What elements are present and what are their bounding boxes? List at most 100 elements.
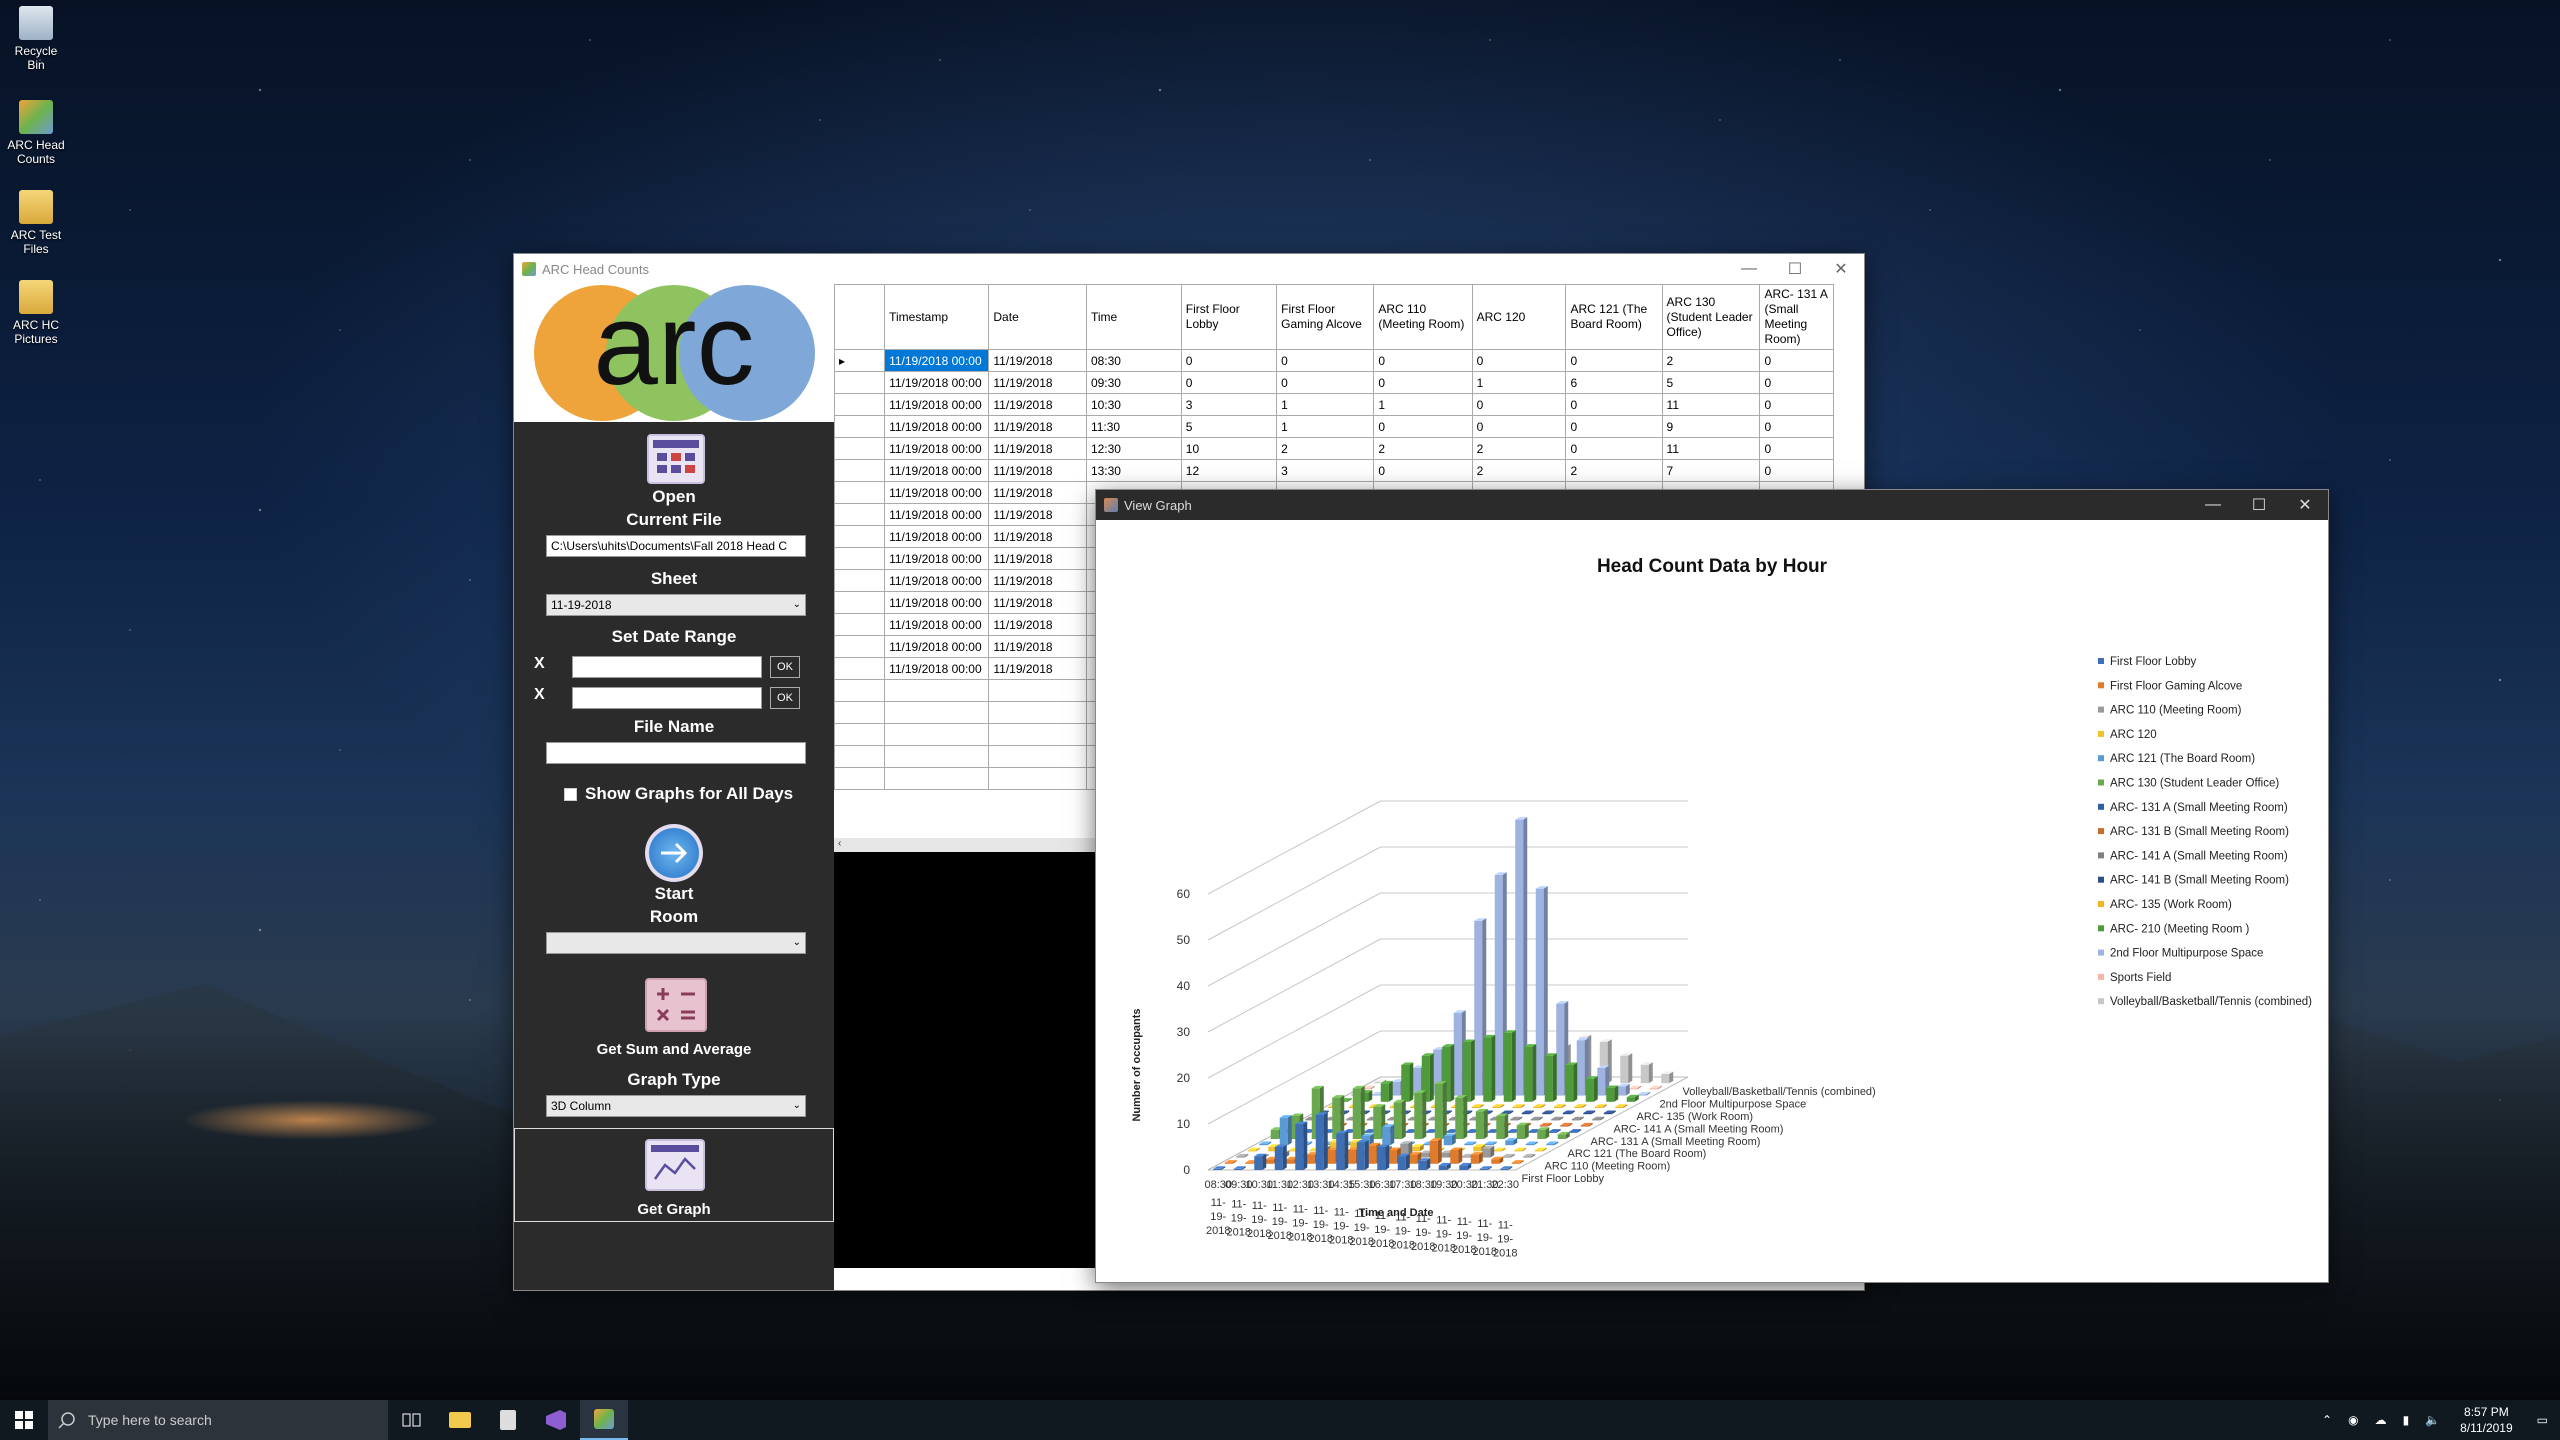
row-selector-arrow-icon[interactable]: ▸ [834,349,886,372]
table-cell[interactable]: 13:30 [1085,459,1182,482]
clock[interactable]: 8:57 PM 8/11/2019 [2460,1404,2513,1436]
table-cell[interactable]: 5 [1180,415,1278,438]
desktop-icon-arc-test-files[interactable]: ARC Test Files [6,190,66,256]
graph-type-select[interactable]: 3D Column ⌄ [546,1095,806,1117]
table-cell[interactable]: 11/19/2018 [988,393,1087,416]
table-cell[interactable]: 11/19/2018 [988,503,1087,526]
row-header[interactable] [834,657,886,680]
table-cell[interactable]: 11/19/2018 [988,437,1087,460]
table-cell[interactable]: 11/19/2018 00:00 [884,393,990,416]
chevron-up-icon[interactable]: ⌃ [2322,1413,2332,1427]
table-cell[interactable]: 0 [1373,349,1473,372]
table-cell[interactable]: 11/19/2018 [988,635,1087,658]
table-cell[interactable]: 0 [1471,349,1567,372]
table-cell[interactable]: 11/19/2018 00:00 [884,371,990,394]
table-cell[interactable]: 2 [1471,459,1567,482]
table-cell[interactable]: 11/19/2018 [988,415,1087,438]
table-cell[interactable]: 0 [1373,371,1473,394]
minimize-button[interactable]: — [1726,254,1772,284]
table-cell[interactable]: 5 [1661,371,1761,394]
table-cell[interactable] [988,723,1087,746]
table-cell[interactable]: 1 [1276,393,1375,416]
table-cell[interactable]: 0 [1276,371,1375,394]
table-row[interactable]: 11/19/2018 00:00 11/19/2018 10:30 3 1 1 0 0 11 0 [834,393,1834,416]
show-graphs-checkbox[interactable] [564,787,577,801]
table-cell[interactable]: 1 [1471,371,1567,394]
close-button[interactable]: ✕ [1818,254,1864,284]
table-cell[interactable]: 0 [1565,415,1663,438]
row-header[interactable] [834,459,886,482]
table-cell[interactable]: 11 [1661,393,1761,416]
table-cell[interactable]: 2 [1661,349,1761,372]
table-cell[interactable] [988,767,1087,790]
taskbar-calculator[interactable] [484,1400,532,1440]
row-header[interactable] [834,569,886,592]
table-cell[interactable]: 0 [1373,415,1473,438]
table-cell[interactable]: 9 [1661,415,1761,438]
taskbar-file-explorer[interactable] [436,1400,484,1440]
maximize-button[interactable]: ☐ [2236,490,2282,520]
table-cell[interactable] [884,745,990,768]
table-cell[interactable]: 0 [1565,437,1663,460]
start-date-ok-button[interactable]: OK [770,656,800,678]
table-row[interactable]: 11/19/2018 00:00 11/19/2018 09:30 0 0 0 1 6 5 0 [834,371,1834,394]
column-header[interactable]: ARC 120 [1471,284,1567,350]
table-cell[interactable]: 11/19/2018 00:00 [884,481,990,504]
desktop-icon-arc-hc-pictures[interactable]: ARC HC Pictures [6,280,66,346]
table-cell[interactable]: 11/19/2018 [988,371,1087,394]
table-cell[interactable]: 2 [1373,437,1473,460]
table-cell[interactable] [884,767,990,790]
table-cell[interactable]: 1 [1276,415,1375,438]
table-cell[interactable]: 0 [1471,393,1567,416]
room-select[interactable]: ⌄ [546,932,806,954]
table-cell[interactable]: 11/19/2018 00:00 [884,503,990,526]
taskbar-search[interactable]: Type here to search [48,1400,388,1440]
table-cell[interactable]: 0 [1759,415,1834,438]
table-cell[interactable]: 09:30 [1085,371,1182,394]
table-cell[interactable]: 11/19/2018 [988,569,1087,592]
table-cell[interactable]: 0 [1180,371,1278,394]
battery-icon[interactable]: ▮ [2403,1413,2410,1427]
table-cell[interactable]: 11/19/2018 00:00 [884,525,990,548]
table-cell[interactable]: 11/19/2018 00:00 [884,569,990,592]
table-cell[interactable]: 2 [1565,459,1663,482]
table-cell[interactable]: 11/19/2018 [988,349,1087,372]
table-cell[interactable]: 6 [1565,371,1663,394]
column-header[interactable]: Timestamp [884,284,990,350]
row-header[interactable] [834,371,886,394]
row-header[interactable] [834,525,886,548]
desktop-icon-arc-head-counts[interactable]: ARC Head Counts [6,100,66,166]
horizontal-scrollbar[interactable]: ‹ [834,838,1098,852]
show-graphs-row[interactable]: Show Graphs for All Days [564,784,793,804]
table-cell[interactable] [884,701,990,724]
taskbar-visual-studio[interactable] [532,1400,580,1440]
table-cell[interactable]: 11/19/2018 [988,481,1087,504]
table-cell[interactable]: 7 [1661,459,1761,482]
table-cell[interactable]: 11 [1661,437,1761,460]
column-header[interactable]: ARC- 131 A (Small Meeting Room) [1759,284,1834,350]
table-cell[interactable]: 0 [1759,349,1834,372]
table-row[interactable]: 11/19/2018 00:00 11/19/2018 13:30 12 3 0 2 2 7 0 [834,459,1834,482]
table-cell[interactable] [884,723,990,746]
sum-average-button-label[interactable]: Get Sum and Average [514,1041,834,1058]
table-cell[interactable]: 0 [1565,393,1663,416]
table-cell[interactable]: 12 [1180,459,1278,482]
table-cell[interactable]: 11/19/2018 [988,613,1087,636]
desktop-icon-recycle-bin[interactable]: Recycle Bin [6,6,66,72]
table-cell[interactable]: 0 [1373,459,1473,482]
row-header[interactable] [834,547,886,570]
column-header[interactable]: First Floor Gaming Alcove [1276,284,1375,350]
table-cell[interactable]: 0 [1759,437,1834,460]
table-cell[interactable]: 11/19/2018 [988,525,1087,548]
taskbar-arc-head-counts[interactable] [580,1400,628,1440]
column-header[interactable]: ARC 121 (The Board Room) [1565,284,1663,350]
volume-icon[interactable]: 🔈 [2425,1413,2440,1427]
get-graph-button[interactable]: Get Graph [514,1128,834,1222]
column-header[interactable]: ARC 130 (Student Leader Office) [1661,284,1761,350]
onedrive-icon[interactable]: ☁ [2375,1413,2387,1427]
table-cell[interactable]: 11/19/2018 00:00 [884,547,990,570]
start-icon[interactable] [645,824,703,882]
table-cell[interactable]: 0 [1759,459,1834,482]
row-header[interactable] [834,613,886,636]
start-date-field[interactable] [572,656,762,678]
